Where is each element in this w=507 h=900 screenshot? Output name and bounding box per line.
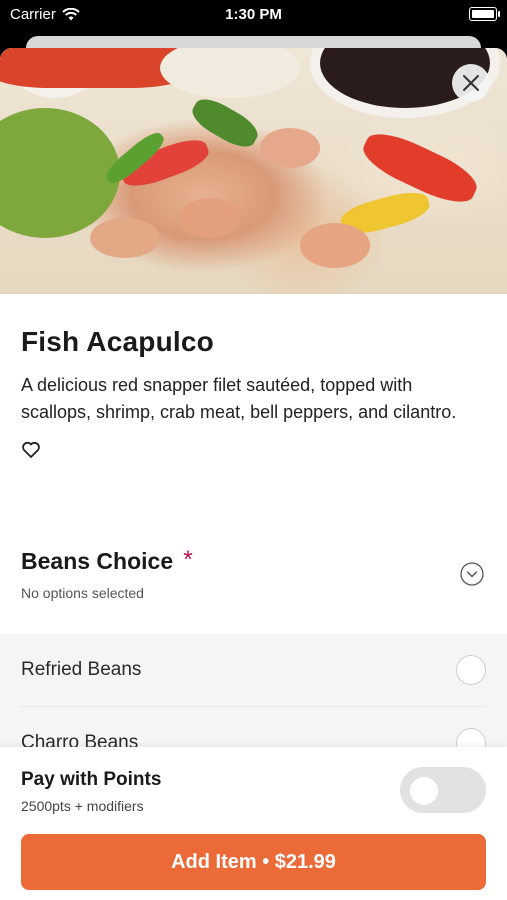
- item-description: A delicious red snapper filet sautéed, t…: [21, 375, 457, 422]
- shrimp-shape: [260, 128, 320, 168]
- shrimp-shape: [180, 198, 240, 238]
- close-button[interactable]: [452, 64, 490, 102]
- toggle-knob: [410, 777, 438, 805]
- chevron-down-icon[interactable]: [460, 562, 484, 586]
- item-sheet: Fish Acapulco A delicious red snapper fi…: [0, 48, 507, 900]
- pay-with-points-toggle[interactable]: [400, 767, 486, 813]
- pay-with-points-title: Pay with Points: [21, 769, 162, 790]
- option-label: Refried Beans: [21, 659, 142, 680]
- bottom-action-bar: Pay with Points 2500pts + modifiers Add …: [0, 747, 507, 900]
- beans-choice-subtitle: No options selected: [21, 585, 144, 601]
- status-bar: Carrier 1:30 PM: [0, 0, 507, 30]
- rice-shape: [160, 48, 300, 98]
- list-item[interactable]: Refried Beans: [21, 634, 486, 707]
- heart-icon[interactable]: [21, 440, 41, 460]
- battery-icon: [469, 7, 500, 21]
- beans-choice-title: Beans Choice: [21, 548, 174, 574]
- pay-with-points-subtitle: 2500pts + modifiers: [21, 798, 144, 814]
- item-title: Fish Acapulco: [21, 326, 214, 357]
- beans-choice-header[interactable]: Beans Choice *: [21, 548, 486, 575]
- item-details: Fish Acapulco A delicious red snapper fi…: [21, 326, 486, 460]
- status-time: 1:30 PM: [225, 6, 282, 23]
- add-item-button[interactable]: Add Item • $21.99: [21, 834, 486, 890]
- required-indicator: *: [183, 546, 193, 574]
- shrimp-shape: [90, 218, 160, 258]
- item-photo: [0, 48, 507, 294]
- close-icon: [463, 75, 479, 91]
- radio-icon[interactable]: [456, 655, 486, 685]
- beans-choice-section: Beans Choice * No options selected: [21, 548, 486, 601]
- shrimp-shape: [300, 223, 370, 268]
- guacamole-shape: [0, 108, 120, 238]
